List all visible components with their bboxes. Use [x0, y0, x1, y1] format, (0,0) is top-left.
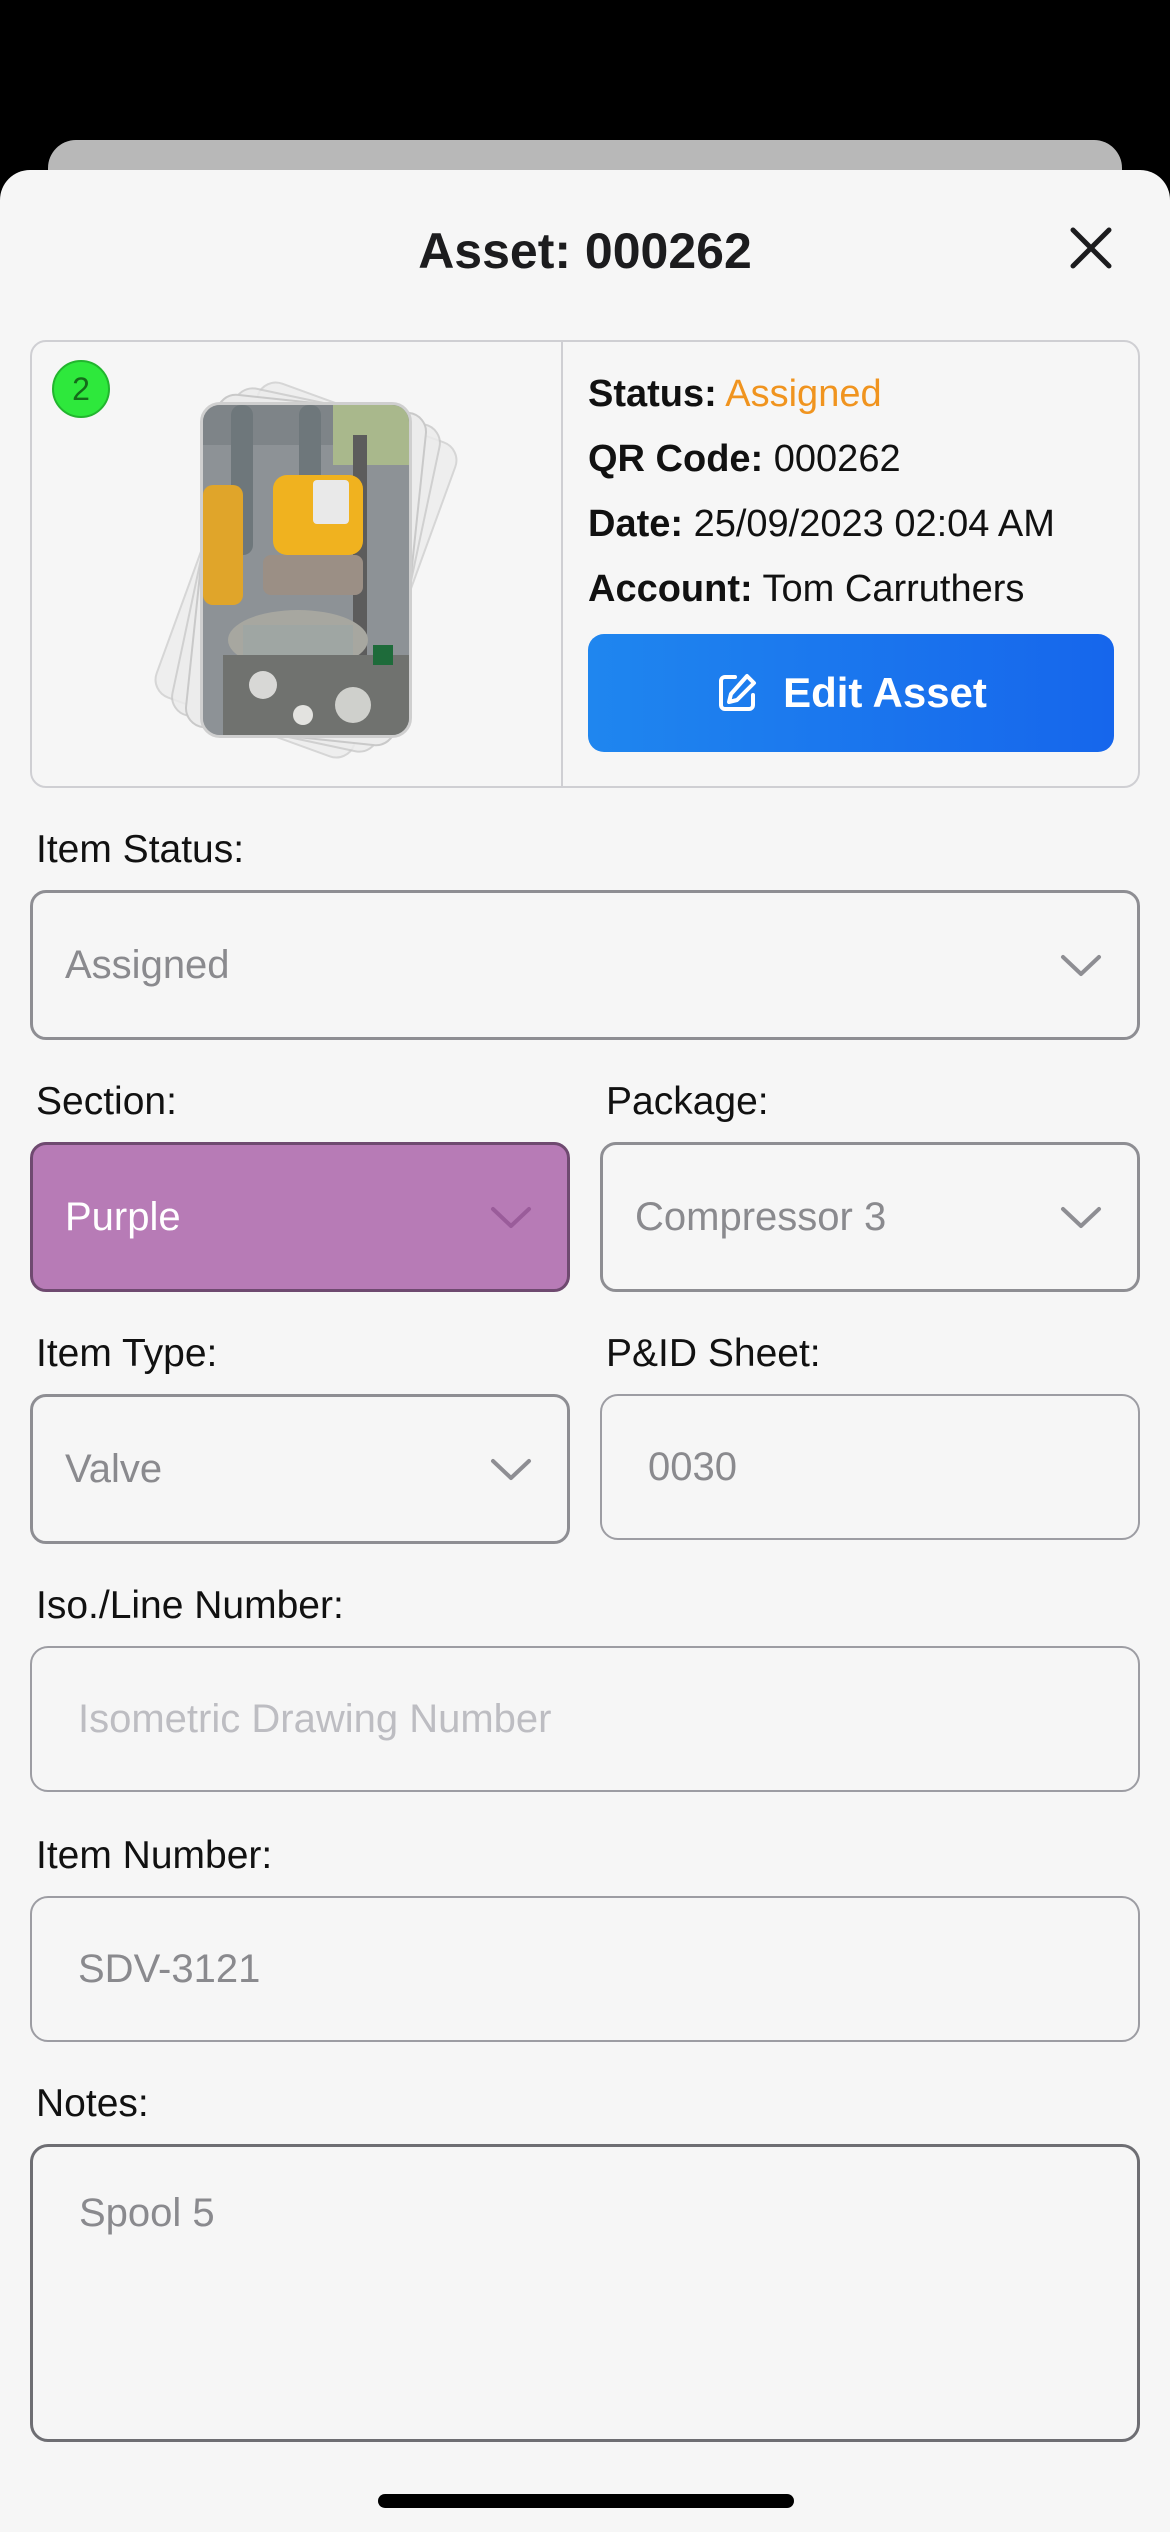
date-label: Date: — [588, 503, 684, 545]
asset-summary-card: 2 Status: Assigned QR Code: 000262 Date:… — [30, 340, 1140, 788]
chevron-down-icon — [1061, 955, 1101, 976]
item-number-input[interactable]: SDV-3121 — [30, 1896, 1140, 2042]
item-type-select[interactable]: Valve — [30, 1394, 570, 1544]
section-label: Section: — [36, 1080, 177, 1123]
qr-code-row: QR Code: 000262 — [588, 427, 1128, 492]
status-row: Status: Assigned — [588, 362, 1128, 427]
iso-line-label: Iso./Line Number: — [36, 1584, 344, 1627]
account-value: Tom Carruthers — [762, 568, 1025, 610]
iso-line-input[interactable]: Isometric Drawing Number — [30, 1646, 1140, 1792]
package-value: Compressor 3 — [635, 1194, 887, 1239]
section-select[interactable]: Purple — [30, 1142, 570, 1292]
item-status-value: Assigned — [65, 942, 230, 987]
package-select[interactable]: Compressor 3 — [600, 1142, 1140, 1292]
notes-label: Notes: — [36, 2082, 149, 2125]
package-label: Package: — [606, 1080, 769, 1123]
date-row: Date: 25/09/2023 02:04 AM — [588, 492, 1128, 557]
chevron-down-icon — [491, 1207, 531, 1228]
pid-sheet-input[interactable]: 0030 — [600, 1394, 1140, 1540]
asset-photo — [200, 402, 412, 738]
edit-asset-button[interactable]: Edit Asset — [588, 634, 1114, 752]
valve-photo-image — [203, 405, 409, 735]
status-label: Status: — [588, 373, 717, 415]
item-type-label: Item Type: — [36, 1332, 218, 1375]
section-value: Purple — [65, 1194, 181, 1239]
account-row: Account: Tom Carruthers — [588, 557, 1128, 622]
account-label: Account: — [588, 568, 753, 610]
photo-count-badge: 2 — [52, 360, 110, 418]
item-status-select[interactable]: Assigned — [30, 890, 1140, 1040]
modal-title: Asset: 000262 — [418, 223, 752, 279]
photo-stack[interactable] — [132, 375, 472, 765]
asset-info: Status: Assigned QR Code: 000262 Date: 2… — [588, 362, 1128, 622]
pid-sheet-label: P&ID Sheet: — [606, 1332, 821, 1375]
close-button[interactable] — [1063, 220, 1119, 276]
notes-textarea[interactable]: Spool 5 — [30, 2144, 1140, 2442]
edit-asset-label: Edit Asset — [783, 669, 987, 716]
edit-icon — [719, 674, 757, 711]
close-icon — [1070, 227, 1112, 269]
qr-code-value: 000262 — [773, 438, 901, 480]
chevron-down-icon — [1061, 1207, 1101, 1228]
status-value: Assigned — [725, 373, 882, 415]
chevron-down-icon — [491, 1459, 531, 1480]
date-value: 25/09/2023 02:04 AM — [693, 503, 1055, 545]
card-divider — [561, 342, 563, 786]
item-type-value: Valve — [65, 1446, 163, 1491]
qr-code-label: QR Code: — [588, 438, 764, 480]
item-status-label: Item Status: — [36, 828, 245, 871]
asset-modal: Asset: 000262 2 Status: Assigned QR Code… — [0, 170, 1170, 2532]
item-number-label: Item Number: — [36, 1834, 273, 1877]
home-indicator — [378, 2494, 794, 2508]
